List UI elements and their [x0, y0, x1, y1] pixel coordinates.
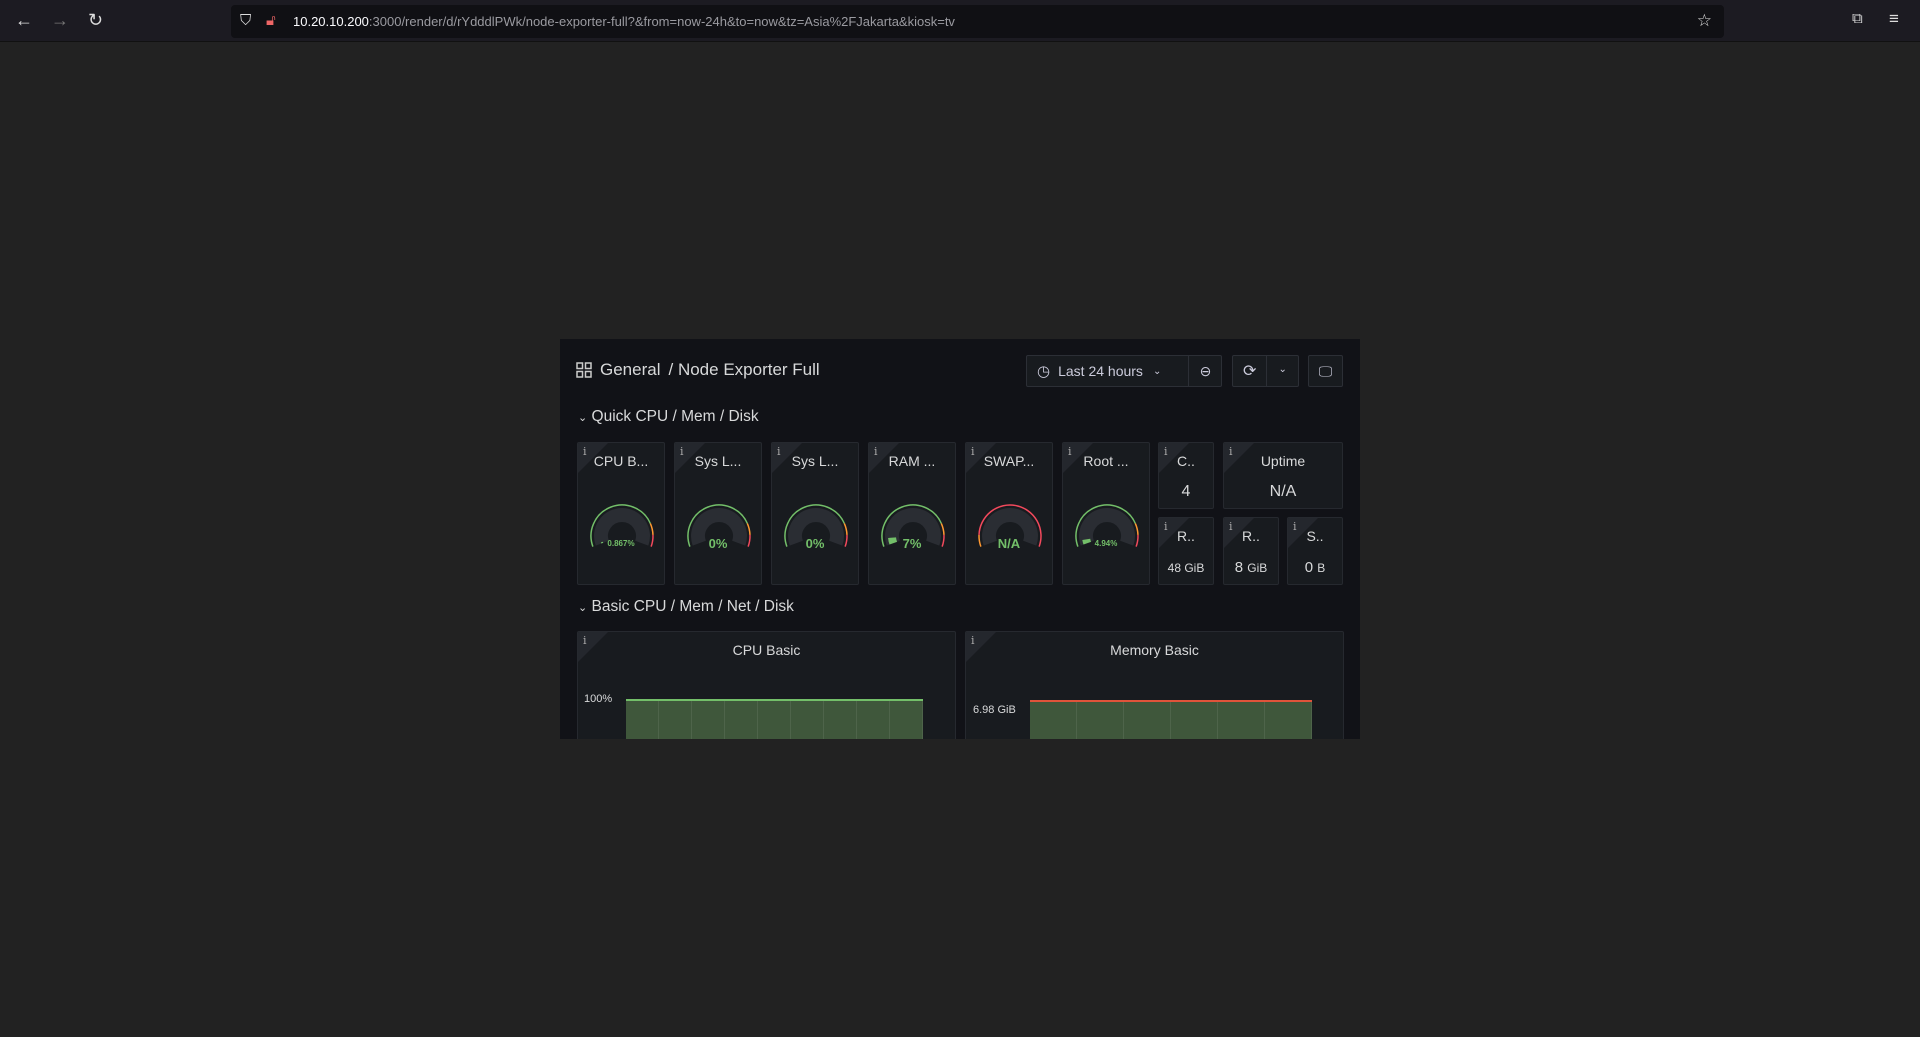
- dashboard-grid-icon: [576, 362, 592, 378]
- stat-value: 48: [1167, 561, 1181, 575]
- row-header-basic[interactable]: ⌄ Basic CPU / Mem / Net / Disk: [578, 598, 794, 616]
- memory-area-series: [1030, 700, 1312, 739]
- stat-value: 8: [1234, 559, 1244, 576]
- stat-value: N/A: [1269, 483, 1297, 500]
- breadcrumb-separator: /: [668, 360, 674, 379]
- chart-panel-memory-basic: i Memory Basic 6.98 GiB: [965, 631, 1344, 739]
- cpu-area-series: [626, 699, 923, 739]
- gauge-panel: i Sys L... 0%: [674, 442, 762, 585]
- shield-icon[interactable]: ⛉: [240, 12, 251, 29]
- tv-mode-button[interactable]: 🖵︎: [1308, 355, 1343, 387]
- refresh-button[interactable]: ⟳ ⌄: [1232, 355, 1299, 387]
- gauge-value: N/A: [997, 536, 1021, 551]
- gauge: [784, 504, 848, 547]
- stat-unit: GiB: [1247, 561, 1268, 575]
- time-range-label: Last 24 hours: [1058, 363, 1143, 379]
- dashboard: General / Node Exporter Full ◷ Last 24 h…: [560, 339, 1360, 739]
- panel-title[interactable]: R..: [1159, 528, 1213, 544]
- stat-value: 4: [1181, 483, 1191, 500]
- chart-panel-cpu-basic: i CPU Basic 100%: [577, 631, 956, 739]
- stat-panel-cores: i C.. 4: [1158, 442, 1214, 509]
- menu-icon[interactable]: ≡: [1889, 9, 1899, 29]
- gauge: [590, 504, 654, 547]
- time-picker[interactable]: ◷ Last 24 hours ⌄ ⊖: [1026, 355, 1222, 387]
- breadcrumb-folder[interactable]: General: [600, 360, 660, 380]
- row-title: Quick CPU / Mem / Disk: [591, 408, 759, 425]
- panel-title[interactable]: C..: [1159, 453, 1213, 469]
- gauge: [687, 504, 751, 547]
- refresh-interval-chevron-icon[interactable]: ⌄: [1266, 356, 1298, 386]
- forward-icon[interactable]: →: [51, 10, 69, 31]
- chevron-down-icon: ⌄: [578, 412, 588, 424]
- breadcrumb: General / Node Exporter Full: [576, 360, 820, 380]
- panel-title[interactable]: Memory Basic: [966, 642, 1343, 658]
- gauge-value: 0%: [805, 536, 825, 551]
- y-axis-tick: 6.98 GiB: [973, 704, 1016, 716]
- gauge: [978, 504, 1042, 547]
- url-host: 10.20.10.200: [293, 14, 369, 29]
- row-title: Basic CPU / Mem / Net / Disk: [591, 598, 794, 615]
- stat-panel-uptime: i Uptime N/A: [1223, 442, 1343, 509]
- gauge-panel: i Root ... 4.94%: [1062, 442, 1150, 585]
- panel-title[interactable]: R..: [1224, 528, 1278, 544]
- row-header-quick[interactable]: ⌄ Quick CPU / Mem / Disk: [578, 408, 759, 426]
- panel-title[interactable]: S..: [1288, 528, 1342, 544]
- stat-panel-ram-other: i R.. 8 GiB: [1223, 517, 1279, 585]
- gauge-value: 0%: [708, 536, 728, 551]
- panel-title[interactable]: CPU Basic: [578, 642, 955, 658]
- panel-title[interactable]: Uptime: [1224, 453, 1342, 469]
- insecure-lock-icon[interactable]: 🔓︎: [266, 12, 276, 29]
- panel-title[interactable]: Sys L...: [772, 453, 858, 469]
- panel-title[interactable]: Root ...: [1063, 453, 1149, 469]
- gauge-value: 7%: [902, 536, 922, 551]
- panel-title[interactable]: CPU B...: [578, 453, 664, 469]
- browser-toolbar: ← → ↻ ⛉ 🔓︎ 10.20.10.200:3000/render/d/rY…: [0, 0, 1920, 42]
- gauge: [1075, 504, 1139, 547]
- extensions-icon[interactable]: ⧉: [1852, 10, 1863, 27]
- url-text[interactable]: 10.20.10.200:3000/render/d/rYdddlPWk/nod…: [293, 14, 955, 29]
- chevron-down-icon: ⌄: [578, 602, 588, 614]
- zoom-out-icon[interactable]: ⊖: [1188, 356, 1222, 386]
- stat-unit: B: [1317, 561, 1326, 575]
- panel-title[interactable]: SWAP...: [966, 453, 1052, 469]
- panel-title[interactable]: Sys L...: [675, 453, 761, 469]
- chevron-down-icon: ⌄: [1152, 365, 1162, 377]
- dashboard-title[interactable]: Node Exporter Full: [678, 360, 820, 379]
- back-icon[interactable]: ←: [15, 10, 33, 31]
- stat-unit: GiB: [1184, 561, 1205, 575]
- gauge-panel: i CPU B... 0.867%: [577, 442, 665, 585]
- monitor-icon: 🖵︎: [1318, 362, 1333, 379]
- gauge-value: 0.867%: [607, 539, 635, 548]
- gauge: [881, 504, 945, 547]
- stat-panel-swap-total: i S.. 0 B: [1287, 517, 1343, 585]
- gauge-panel: i RAM ... 7%: [868, 442, 956, 585]
- stat-panel-ram-total: i R.. 48 GiB: [1158, 517, 1214, 585]
- gauge-value: 4.94%: [1094, 539, 1118, 548]
- url-bar[interactable]: ⛉ 🔓︎ 10.20.10.200:3000/render/d/rYdddlPW…: [231, 5, 1724, 38]
- stat-value: 0: [1304, 559, 1314, 576]
- reload-icon[interactable]: ↻: [88, 10, 103, 31]
- clock-icon: ◷: [1037, 363, 1051, 380]
- refresh-icon[interactable]: ⟳: [1233, 361, 1266, 381]
- panel-title[interactable]: RAM ...: [869, 453, 955, 469]
- bookmark-star-icon[interactable]: ☆: [1697, 11, 1712, 31]
- y-axis-tick: 100%: [584, 693, 613, 705]
- gauge-panel: i SWAP... N/A: [965, 442, 1053, 585]
- url-path: :3000/render/d/rYdddlPWk/node-exporter-f…: [368, 14, 955, 29]
- gauge-panel: i Sys L... 0%: [771, 442, 859, 585]
